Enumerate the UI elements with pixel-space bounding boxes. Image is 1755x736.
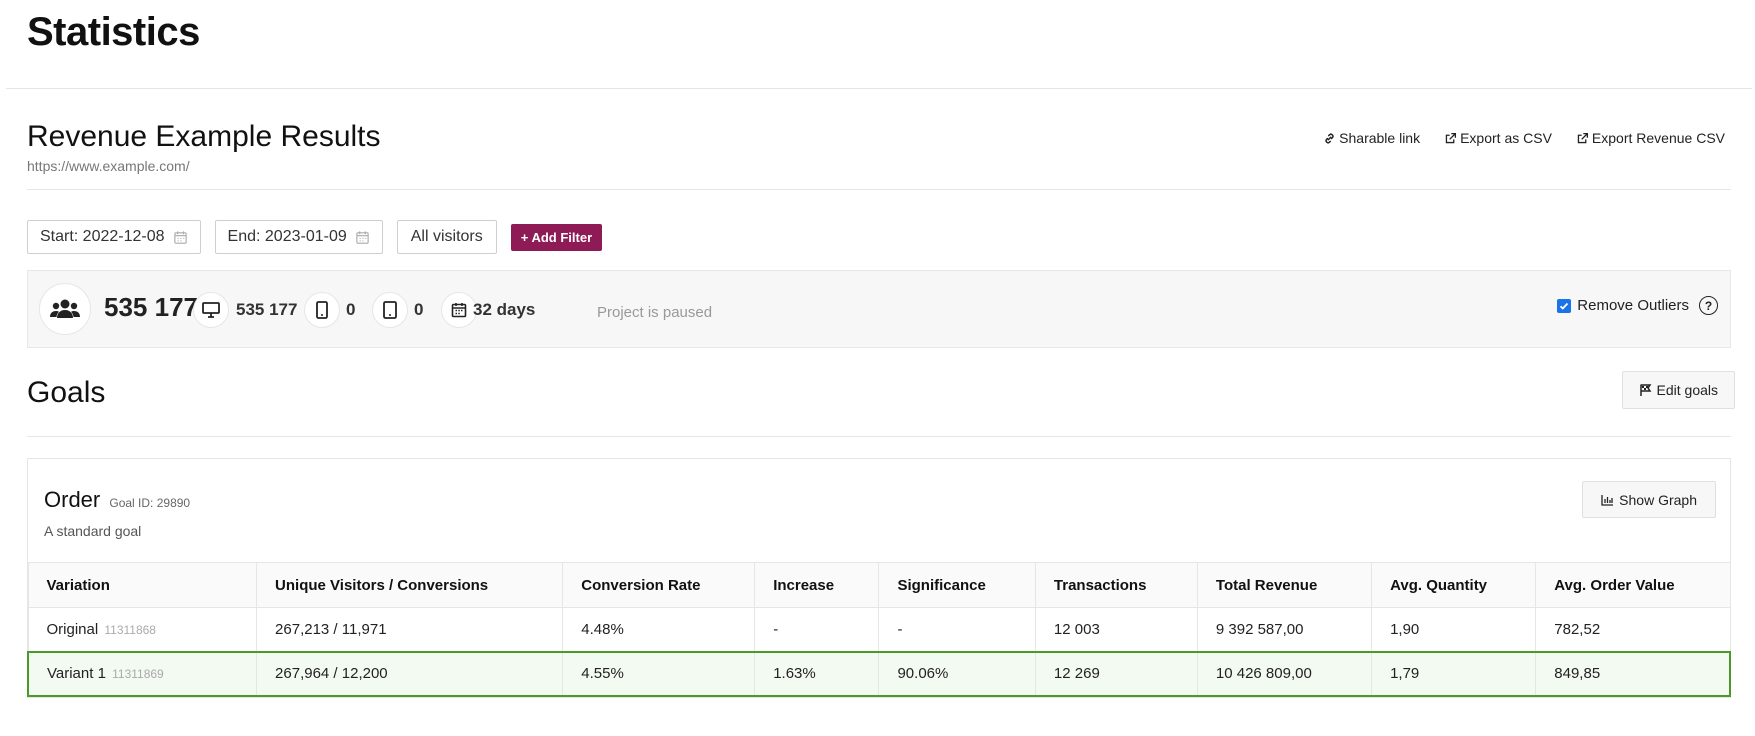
total-visitors: 535 177 xyxy=(104,292,198,322)
start-date-value: Start: 2022-12-08 xyxy=(40,228,165,245)
variation-id: 11311868 xyxy=(104,622,156,637)
visitors-conversions-cell: 267,213 / 11,971 xyxy=(256,607,564,652)
end-date-value: End: 2023-01-09 xyxy=(227,228,347,245)
export-csv-label: Export as CSV xyxy=(1460,130,1552,146)
start-date-picker[interactable]: Start: 2022-12-08 xyxy=(27,220,201,254)
calendar-icon xyxy=(441,292,477,328)
increase-cell: - xyxy=(754,607,880,652)
significance-cell: - xyxy=(878,607,1036,652)
goals-title: Goals xyxy=(27,376,106,409)
tablet-visitors: 0 xyxy=(414,300,424,319)
column-header: Increase xyxy=(754,562,880,608)
project-title: Revenue Example Results xyxy=(27,120,381,153)
column-header: Transactions xyxy=(1034,562,1198,608)
page-header: Statistics xyxy=(6,0,1752,89)
stats-bar: 535 177 535 177 0 0 32 days Project is p… xyxy=(27,270,1731,348)
export-csv-button[interactable]: Export as CSV xyxy=(1444,130,1552,146)
remove-outliers-label: Remove Outliers xyxy=(1577,297,1689,314)
table-header-row: Variation Unique Visitors / Conversions … xyxy=(27,562,1731,608)
add-filter-button[interactable]: + Add Filter xyxy=(510,223,603,251)
audience-select[interactable]: All visitors xyxy=(396,220,497,254)
avg-quantity-cell: 1,79 xyxy=(1371,650,1537,697)
column-header: Conversion Rate xyxy=(562,562,756,608)
goal-name: Order xyxy=(44,487,101,512)
tablet-icon xyxy=(372,292,408,328)
external-link-icon xyxy=(1445,132,1457,143)
transactions-cell: 12 003 xyxy=(1034,607,1198,652)
remove-outliers-control: Remove Outliers ? xyxy=(1557,296,1718,315)
sharable-link-label: Sharable link xyxy=(1339,130,1421,146)
show-graph-button[interactable]: Show Graph xyxy=(1582,481,1716,518)
project-url: https://www.example.com/ xyxy=(27,158,190,174)
conversion-rate-cell: 4.48% xyxy=(562,607,756,652)
variation-cell: Original 11311868 xyxy=(27,607,258,652)
goal-id: Goal ID: 29890 xyxy=(109,496,191,510)
avg-order-value-cell: 849,85 xyxy=(1535,650,1732,697)
total-revenue-cell: 10 426 809,00 xyxy=(1196,650,1373,697)
flag-icon xyxy=(1639,384,1651,396)
avg-quantity-cell: 1,90 xyxy=(1371,607,1537,652)
end-date-picker[interactable]: End: 2023-01-09 xyxy=(214,220,383,254)
calendar-icon xyxy=(173,230,187,244)
duration-value: 32 days xyxy=(473,300,536,319)
edit-goals-button[interactable]: Edit goals xyxy=(1621,371,1735,409)
export-revenue-csv-button[interactable]: Export Revenue CSV xyxy=(1576,130,1725,146)
conversion-rate-cell: 4.55% xyxy=(562,650,756,697)
column-header: Total Revenue xyxy=(1196,562,1373,608)
project-status: Project is paused xyxy=(597,304,713,321)
avg-order-value-cell: 782,52 xyxy=(1535,607,1731,652)
increase-cell: 1.63% xyxy=(754,650,880,697)
page-title: Statistics xyxy=(27,10,200,54)
variation-name: Original xyxy=(46,620,99,638)
calendar-icon xyxy=(356,230,369,244)
show-graph-label: Show Graph xyxy=(1619,491,1697,508)
table-row-winner: Variant 1 11311869 267,964 / 12,200 4.55… xyxy=(27,650,1732,697)
divider xyxy=(27,189,1731,190)
bar-chart-icon xyxy=(1601,494,1614,506)
link-icon xyxy=(1325,133,1334,143)
visitors-conversions-cell: 267,964 / 12,200 xyxy=(256,650,564,697)
edit-goals-label: Edit goals xyxy=(1656,382,1718,398)
mobile-icon xyxy=(304,292,340,328)
export-revenue-csv-label: Export Revenue CSV xyxy=(1591,130,1725,146)
goal-card: Order Goal ID: 29890 A standard goal Sho… xyxy=(27,458,1732,698)
visitors-icon xyxy=(39,283,91,335)
results-table: Variation Unique Visitors / Conversions … xyxy=(27,562,1732,697)
project-actions: Sharable link Export as CSV Export Reven… xyxy=(1323,130,1725,146)
column-header: Avg. Quantity xyxy=(1371,562,1537,608)
desktop-visitors: 535 177 xyxy=(236,300,298,319)
desktop-icon xyxy=(193,292,229,328)
sharable-link-button[interactable]: Sharable link xyxy=(1323,130,1420,146)
external-link-icon xyxy=(1577,132,1588,143)
table-row: Original 11311868 267,213 / 11,971 4.48%… xyxy=(27,607,1731,652)
column-header: Significance xyxy=(878,562,1036,608)
variation-id: 11311869 xyxy=(112,667,164,681)
divider xyxy=(27,436,1731,437)
mobile-visitors: 0 xyxy=(346,300,356,319)
remove-outliers-checkbox[interactable] xyxy=(1557,298,1572,313)
filter-bar: Start: 2022-12-08 End: 2023-01-09 All vi… xyxy=(27,220,603,254)
significance-cell: 90.06% xyxy=(878,650,1036,697)
transactions-cell: 12 269 xyxy=(1034,650,1198,697)
total-revenue-cell: 9 392 587,00 xyxy=(1196,607,1373,652)
variation-name: Variant 1 xyxy=(47,665,106,682)
help-icon[interactable]: ? xyxy=(1699,296,1718,315)
goal-heading: Order Goal ID: 29890 xyxy=(44,487,190,513)
column-header: Unique Visitors / Conversions xyxy=(256,562,564,608)
goal-description: A standard goal xyxy=(44,523,142,539)
column-header: Variation xyxy=(27,562,258,608)
column-header: Avg. Order Value xyxy=(1535,562,1731,608)
variation-cell: Variant 1 11311869 xyxy=(27,650,258,697)
